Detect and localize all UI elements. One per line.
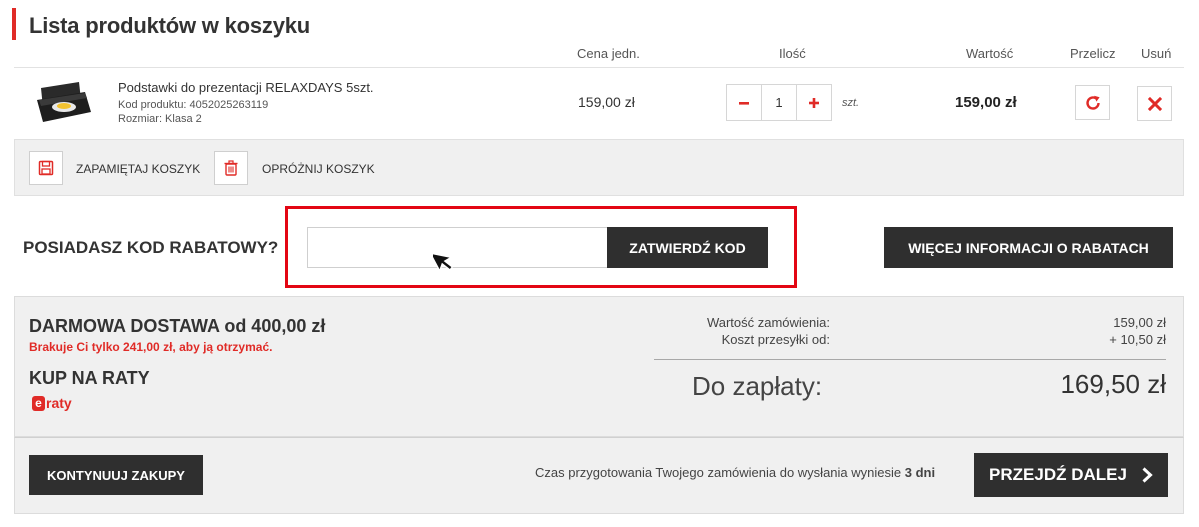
eraty-logo[interactable]: e raty xyxy=(32,395,72,411)
product-image[interactable] xyxy=(35,78,95,124)
shipping-cost-label: Koszt przesyłki od: xyxy=(721,332,830,347)
total-value: 169,50 zł xyxy=(1060,369,1166,399)
remove-button[interactable] xyxy=(1137,86,1172,121)
minus-button[interactable] xyxy=(727,85,761,120)
unit-price: 159,00 zł xyxy=(578,94,635,110)
order-value: 159,00 zł xyxy=(1113,315,1166,330)
product-name-link[interactable]: Podstawki do prezentacji RELAXDAYS 5szt. xyxy=(118,80,374,95)
divider xyxy=(14,67,1184,68)
discount-info-button[interactable]: WIĘCEJ INFORMACJI O RABATACH xyxy=(884,227,1173,268)
column-header-quantity: Ilość xyxy=(779,46,806,61)
product-size: Rozmiar: Klasa 2 xyxy=(118,113,202,125)
chevron-right-icon xyxy=(1142,467,1153,483)
column-header-value: Wartość xyxy=(966,46,1014,61)
save-cart-label[interactable]: ZAPAMIĘTAJ KOSZYK xyxy=(76,162,200,176)
minus-icon xyxy=(739,101,749,105)
plus-button[interactable] xyxy=(797,85,831,120)
recalculate-button[interactable] xyxy=(1075,85,1110,120)
product-code: Kod produktu: 4052025263119 xyxy=(118,99,269,111)
save-cart-button[interactable] xyxy=(29,151,63,185)
trash-icon xyxy=(224,160,238,176)
column-header-recalc: Przelicz xyxy=(1070,46,1116,61)
continue-shopping-button[interactable]: KONTYNUUJ ZAKUPY xyxy=(29,455,203,495)
preparation-text: Czas przygotowania Twojego zamówienia do… xyxy=(535,465,902,480)
proceed-label: PRZEJDŹ DALEJ xyxy=(989,465,1127,484)
quantity-input[interactable]: 1 xyxy=(761,85,797,120)
order-value-label: Wartość zamówienia: xyxy=(706,315,830,330)
free-shipping-heading: DARMOWA DOSTAWA od 400,00 zł xyxy=(29,316,326,336)
line-value: 159,00 zł xyxy=(955,94,1017,111)
eraty-e-icon: e xyxy=(32,395,45,411)
floppy-disk-icon xyxy=(38,160,54,176)
preparation-days: 3 dni xyxy=(904,465,936,480)
shipping-cost: + 10,50 zł xyxy=(1109,332,1166,347)
eraty-logo-text: raty xyxy=(46,395,72,411)
refresh-icon xyxy=(1085,95,1100,110)
mouse-cursor-icon xyxy=(429,246,463,278)
plus-icon xyxy=(809,97,819,108)
summary-divider xyxy=(654,359,1166,360)
quantity-unit: szt. xyxy=(842,97,860,109)
installments-heading: KUP NA RATY xyxy=(29,368,150,388)
apply-code-button[interactable]: ZATWIERDŹ KOD xyxy=(607,227,768,268)
total-label: Do zapłaty: xyxy=(692,371,823,401)
proceed-button[interactable]: PRZEJDŹ DALEJ xyxy=(974,453,1168,497)
close-icon xyxy=(1147,96,1162,111)
preparation-time: Czas przygotowania Twojego zamówienia do… xyxy=(535,465,935,480)
column-header-remove: Usuń xyxy=(1141,46,1172,61)
page-title: Lista produktów w koszyku xyxy=(29,13,311,38)
discount-code-label: POSIADASZ KOD RABATOWY? xyxy=(23,238,279,257)
quantity-stepper: 1 xyxy=(726,84,832,121)
clear-cart-button[interactable] xyxy=(214,151,248,185)
title-accent-bar xyxy=(12,8,16,40)
clear-cart-label[interactable]: OPRÓŻNIJ KOSZYK xyxy=(262,162,375,176)
free-shipping-missing: Brakuje Ci tylko 241,00 zł, aby ją otrzy… xyxy=(29,340,273,354)
column-header-unit-price: Cena jedn. xyxy=(577,46,640,61)
